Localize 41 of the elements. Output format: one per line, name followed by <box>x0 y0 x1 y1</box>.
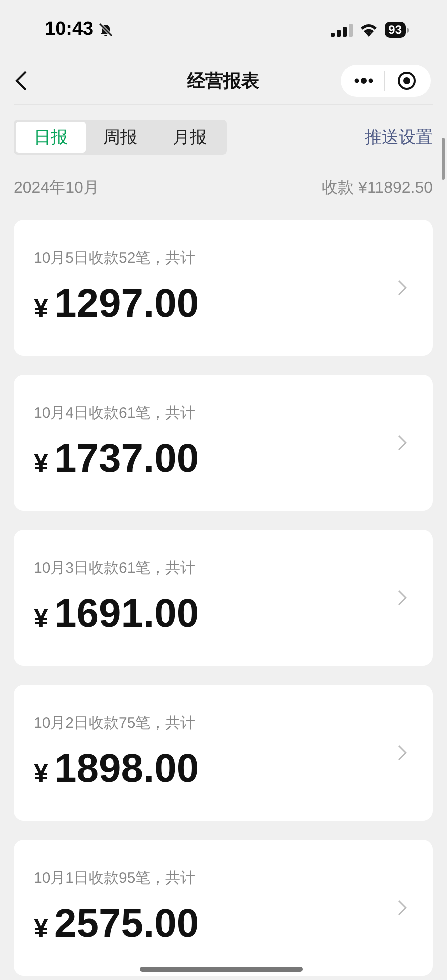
daily-report-card[interactable]: 10月1日收款95笔，共计 ¥2575.00 <box>14 840 433 976</box>
chevron-right-icon <box>398 900 407 916</box>
close-icon[interactable] <box>397 71 417 91</box>
tab[interactable]: 月报 <box>155 122 226 153</box>
amount: 1691.00 <box>54 592 200 636</box>
chevron-right-icon <box>398 280 407 296</box>
wifi-icon <box>358 23 379 37</box>
month-total: 收款 ¥11892.50 <box>322 179 433 199</box>
amount: 1297.00 <box>54 282 200 326</box>
tab[interactable]: 周报 <box>86 122 156 153</box>
battery-icon: 93 <box>384 22 409 38</box>
card-caption: 10月3日收款61笔，共计 <box>34 558 197 579</box>
capsule-menu[interactable] <box>341 65 431 97</box>
card-caption: 10月5日收款52笔，共计 <box>34 248 197 269</box>
card-caption: 10月2日收款75笔，共计 <box>34 714 197 734</box>
daily-report-card[interactable]: 10月3日收款61笔，共计 ¥1691.00 <box>14 530 433 666</box>
amount: 2575.00 <box>54 902 200 946</box>
currency-symbol: ¥ <box>34 292 48 326</box>
month-label: 2024年10月 <box>14 179 100 199</box>
amount: 1737.00 <box>54 437 200 482</box>
chevron-right-icon <box>398 745 407 761</box>
daily-report-card[interactable]: 10月2日收款75笔，共计 ¥1898.00 <box>14 685 433 821</box>
scrollbar <box>442 138 445 180</box>
daily-report-card[interactable]: 10月5日收款52笔，共计 ¥1297.00 <box>14 220 433 356</box>
daily-report-card[interactable]: 10月4日收款61笔，共计 ¥1737.00 <box>14 375 433 511</box>
card-caption: 10月1日收款95笔，共计 <box>34 868 197 889</box>
card-caption: 10月4日收款61笔，共计 <box>34 404 197 424</box>
push-settings-link[interactable]: 推送设置 <box>365 124 433 150</box>
page-title: 经营报表 <box>188 70 260 92</box>
chevron-right-icon <box>398 435 407 451</box>
currency-symbol: ¥ <box>34 447 48 480</box>
more-icon[interactable] <box>354 78 374 84</box>
currency-symbol: ¥ <box>34 912 48 946</box>
chevron-right-icon <box>398 590 407 606</box>
currency-symbol: ¥ <box>34 602 48 636</box>
currency-symbol: ¥ <box>34 757 48 790</box>
signal-icon <box>330 24 353 36</box>
muted-bell-icon <box>98 22 114 38</box>
clock: 10:43 <box>45 18 94 42</box>
back-icon[interactable] <box>14 70 28 92</box>
amount: 1898.00 <box>54 747 200 792</box>
